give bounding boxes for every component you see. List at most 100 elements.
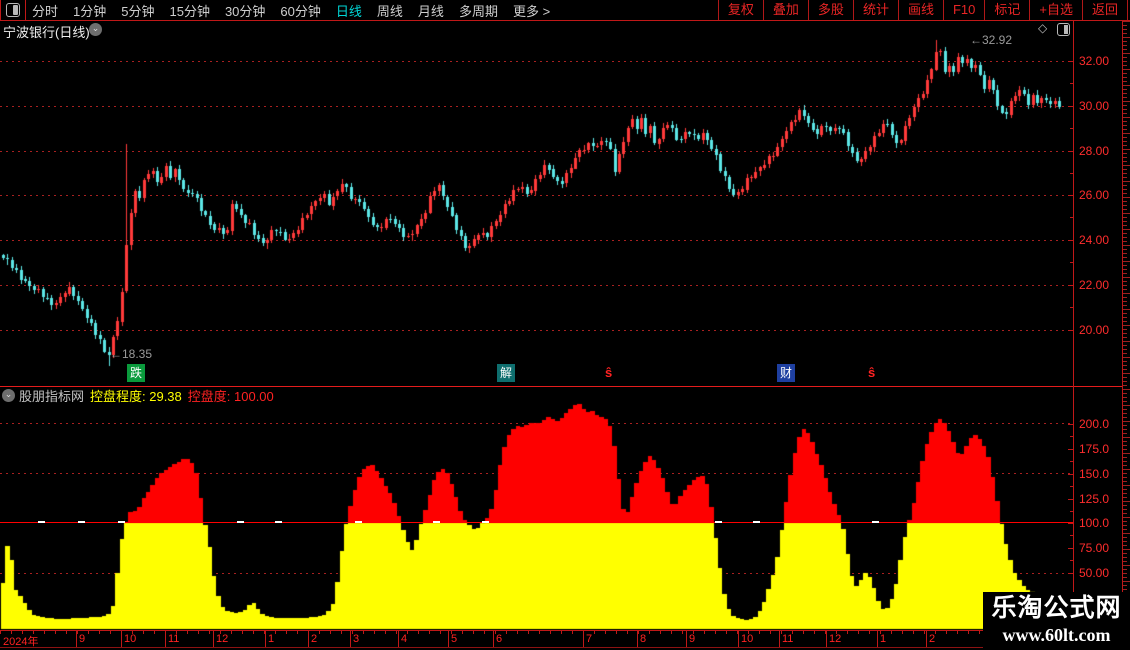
panel-split-icon[interactable] xyxy=(1057,23,1070,36)
action-item-复权[interactable]: 复权 xyxy=(717,0,763,20)
price-axis-label: 24.00 xyxy=(1079,233,1110,247)
price-axis-label: 22.00 xyxy=(1079,278,1110,292)
axis-tick-major xyxy=(1068,195,1073,196)
axis-tick-major xyxy=(1068,424,1073,425)
indicator-axis-label: 75.00 xyxy=(1079,541,1110,555)
indicator-axis-label: 150.0 xyxy=(1079,467,1110,481)
axis-tick-minor xyxy=(1070,128,1073,129)
month-label: 11 xyxy=(782,633,794,645)
axis-tick-minor xyxy=(1070,173,1073,174)
action-item-标记[interactable]: 标记 xyxy=(984,0,1029,20)
indicator-axis-label: 125.0 xyxy=(1079,492,1110,506)
month-separator xyxy=(350,630,351,647)
period-item-分时[interactable]: 分时 xyxy=(32,1,58,20)
action-item-多股[interactable]: 多股 xyxy=(807,0,853,20)
axis-tick-minor xyxy=(1070,511,1073,512)
action-item-统计[interactable]: 统计 xyxy=(852,0,898,20)
month-label: 12 xyxy=(829,633,842,645)
month-separator xyxy=(779,630,780,647)
month-separator xyxy=(448,630,449,647)
axis-tick-minor xyxy=(1070,461,1073,462)
axis-tick-major xyxy=(1068,449,1073,450)
period-item-30分钟[interactable]: 30分钟 xyxy=(225,1,265,20)
period-item-5分钟[interactable]: 5分钟 xyxy=(121,1,154,20)
indicator-area-canvas[interactable] xyxy=(0,400,1073,630)
axis-tick-minor xyxy=(1070,217,1073,218)
right-ruler-strip[interactable] xyxy=(1122,21,1130,650)
threshold-dash xyxy=(753,521,760,523)
period-item-15分钟[interactable]: 15分钟 xyxy=(169,1,209,20)
axis-tick-minor xyxy=(1070,560,1073,561)
period-menu: 分时 1分钟 5分钟 15分钟 30分钟 60分钟 日线 周线 月线 多周期 更多 > xyxy=(32,0,550,20)
month-separator xyxy=(121,630,122,647)
axis-tick-major xyxy=(1068,285,1073,286)
action-item-返回[interactable]: 返回 xyxy=(1081,0,1128,20)
axis-tick-minor xyxy=(1070,486,1073,487)
period-item-多周期[interactable]: 多周期 xyxy=(459,1,498,20)
axis-tick-major xyxy=(1068,548,1073,549)
time-axis: 2024年 9 10 11 12 1 2 3 4 5 6 7 8 9 10 11 12 1 2 xyxy=(0,630,1122,648)
period-item-60分钟[interactable]: 60分钟 xyxy=(280,1,320,20)
month-label: 2 xyxy=(311,633,318,645)
month-separator xyxy=(308,630,309,647)
threshold-100-line xyxy=(0,522,1073,523)
threshold-dash xyxy=(433,521,440,523)
axis-tick-minor xyxy=(1070,83,1073,84)
axis-tick-major xyxy=(1068,474,1073,475)
candlestick-chart-canvas[interactable] xyxy=(0,38,1073,386)
indicator-axis-label: 50.00 xyxy=(1079,566,1110,580)
watermark-site-name: 乐淘公式网 xyxy=(991,594,1122,622)
dividend-marker[interactable]: ŝ xyxy=(868,366,875,380)
threshold-dash xyxy=(872,521,879,523)
event-badge-解[interactable]: 解 xyxy=(497,364,515,382)
month-separator xyxy=(738,630,739,647)
month-label: 9 xyxy=(79,633,86,645)
month-label: 2 xyxy=(929,633,936,645)
action-item-画线[interactable]: 画线 xyxy=(897,0,943,20)
threshold-dash xyxy=(78,521,85,523)
axis-tick-major xyxy=(1068,151,1073,152)
watermark-url: www.60lt.com xyxy=(1002,625,1111,645)
threshold-dash xyxy=(118,521,125,523)
threshold-dash xyxy=(715,521,722,523)
price-axis-label: 32.00 xyxy=(1079,54,1110,68)
month-label: 8 xyxy=(640,633,647,645)
period-item-周线[interactable]: 周线 xyxy=(377,1,403,20)
month-label: 1 xyxy=(880,633,887,645)
period-item-月线[interactable]: 月线 xyxy=(418,1,444,20)
price-axis-label: 26.00 xyxy=(1079,188,1110,202)
threshold-dash xyxy=(482,521,489,523)
period-item-更多 >[interactable]: 更多 > xyxy=(513,1,550,20)
month-separator xyxy=(76,630,77,647)
action-item-+自选[interactable]: +自选 xyxy=(1029,0,1082,20)
price-axis-label: 30.00 xyxy=(1079,99,1110,113)
split-view-icon xyxy=(6,3,20,17)
dividend-marker[interactable]: ŝ xyxy=(605,366,612,380)
event-badge-财[interactable]: 财 xyxy=(777,364,795,382)
axis-tick-major xyxy=(1068,240,1073,241)
app-window: 分时 1分钟 5分钟 15分钟 30分钟 60分钟 日线 周线 月线 多周期 更多 > 复权 叠加 多股… xyxy=(0,0,1130,650)
month-separator xyxy=(213,630,214,647)
month-label: 11 xyxy=(168,633,180,645)
month-label: 9 xyxy=(689,633,696,645)
action-menu: 复权 叠加 多股 统计 画线 F10 标记 +自选 返回 xyxy=(717,0,1128,20)
threshold-dash xyxy=(38,521,45,523)
price-annotation: ←32.92 xyxy=(970,33,1013,47)
axis-tick-major xyxy=(1068,330,1073,331)
diamond-icon[interactable]: ◇ xyxy=(1038,21,1047,35)
month-separator xyxy=(686,630,687,647)
period-item-日线[interactable]: 日线 xyxy=(336,1,362,20)
title-chevron-down-icon[interactable]: ⌄ xyxy=(89,23,102,36)
month-separator xyxy=(583,630,584,647)
action-item-F10[interactable]: F10 xyxy=(942,0,984,20)
month-label: 6 xyxy=(496,633,503,645)
month-separator xyxy=(877,630,878,647)
month-label: 1 xyxy=(268,633,275,645)
indicator-axis-label: 100.0 xyxy=(1079,516,1110,530)
layout-toggle-button[interactable] xyxy=(0,0,26,20)
axis-tick-minor xyxy=(1070,535,1073,536)
event-badge-跌[interactable]: 跌 xyxy=(127,364,145,382)
action-item-叠加[interactable]: 叠加 xyxy=(762,0,808,20)
watermark: 乐淘公式网 www.60lt.com xyxy=(983,592,1130,650)
period-item-1分钟[interactable]: 1分钟 xyxy=(73,1,106,20)
